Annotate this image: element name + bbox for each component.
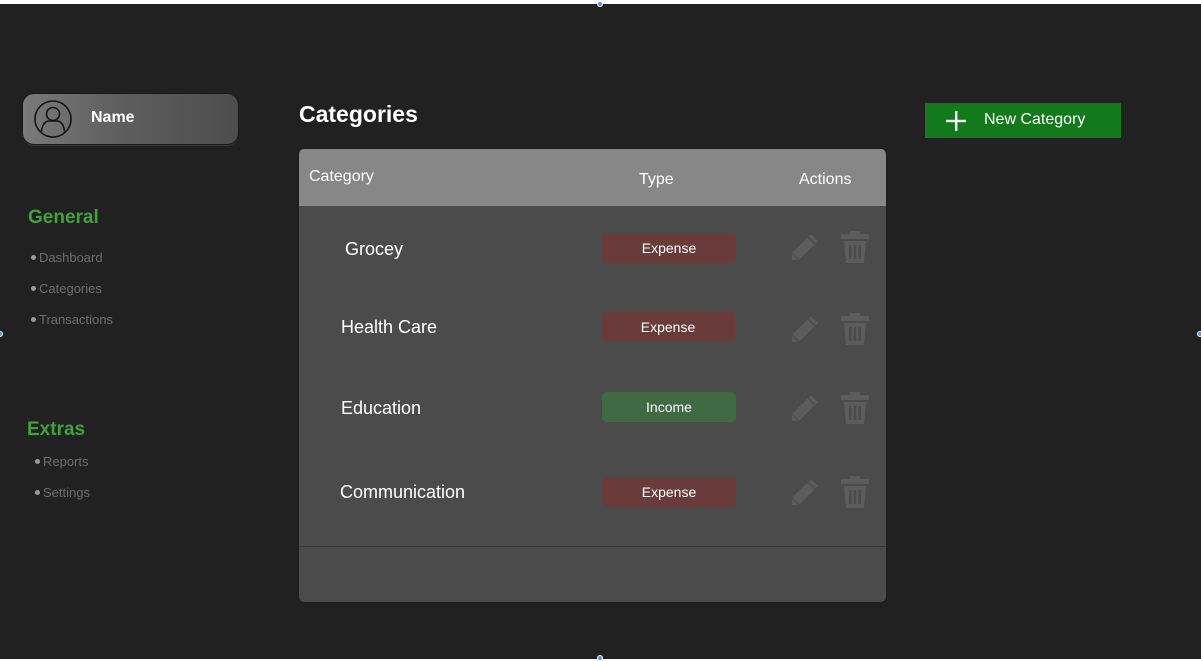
bullet-icon [35,490,40,495]
category-name: Health Care [341,317,438,337]
user-circle-icon [34,100,72,138]
user-name: Name [91,109,135,126]
bullet-icon [35,459,40,464]
selection-handle-right [1197,331,1201,337]
nav-item-label: Dashboard [39,250,103,265]
type-badge-expense: Expense [602,477,736,507]
pencil-icon[interactable] [787,390,823,426]
page-title: Categories [299,101,418,127]
type-badge-expense: Expense [601,312,735,342]
trash-icon[interactable] [837,311,873,347]
section-title-extras: Extras [27,419,86,440]
category-name: Education [341,398,422,418]
type-badge-expense: Expense [602,233,736,263]
category-name: Grocey [345,239,404,259]
pencil-icon[interactable] [787,311,823,347]
categories-table: Category Type Actions Grocey Expense Hea… [298,148,887,603]
plus-icon [946,111,966,131]
category-name: Communication [340,482,466,502]
column-header-actions: Actions [799,171,852,188]
new-category-label: New Category [984,111,1086,128]
nav-item-categories[interactable]: Categories [31,281,102,296]
nav-item-label: Transactions [39,312,113,327]
new-category-button[interactable]: New Category [925,103,1121,138]
nav-item-dashboard[interactable]: Dashboard [31,250,103,265]
selection-handle-bottom [597,655,603,661]
pencil-icon[interactable] [787,229,823,265]
trash-icon[interactable] [837,474,873,510]
nav-item-label: Reports [43,454,89,469]
nav-item-settings[interactable]: Settings [35,485,90,500]
trash-icon[interactable] [837,390,873,426]
selection-handle-left [0,331,3,337]
type-badge-income: Income [602,392,736,422]
column-header-category: Category [309,168,374,185]
nav-item-label: Categories [39,281,102,296]
table-header: Category Type Actions [299,149,886,206]
bullet-icon [31,255,36,260]
table-footer-divider [299,546,886,547]
app-canvas: Name General Dashboard Categories Transa… [0,1,1201,661]
bullet-icon [31,286,36,291]
pencil-icon[interactable] [787,474,823,510]
selection-handle-top [597,1,603,7]
nav-item-transactions[interactable]: Transactions [31,312,113,327]
column-header-type: Type [639,171,674,188]
nav-item-reports[interactable]: Reports [35,454,89,469]
section-title-general: General [28,207,99,228]
user-profile[interactable]: Name [22,93,239,145]
trash-icon[interactable] [837,229,873,265]
nav-item-label: Settings [43,485,90,500]
bullet-icon [31,317,36,322]
